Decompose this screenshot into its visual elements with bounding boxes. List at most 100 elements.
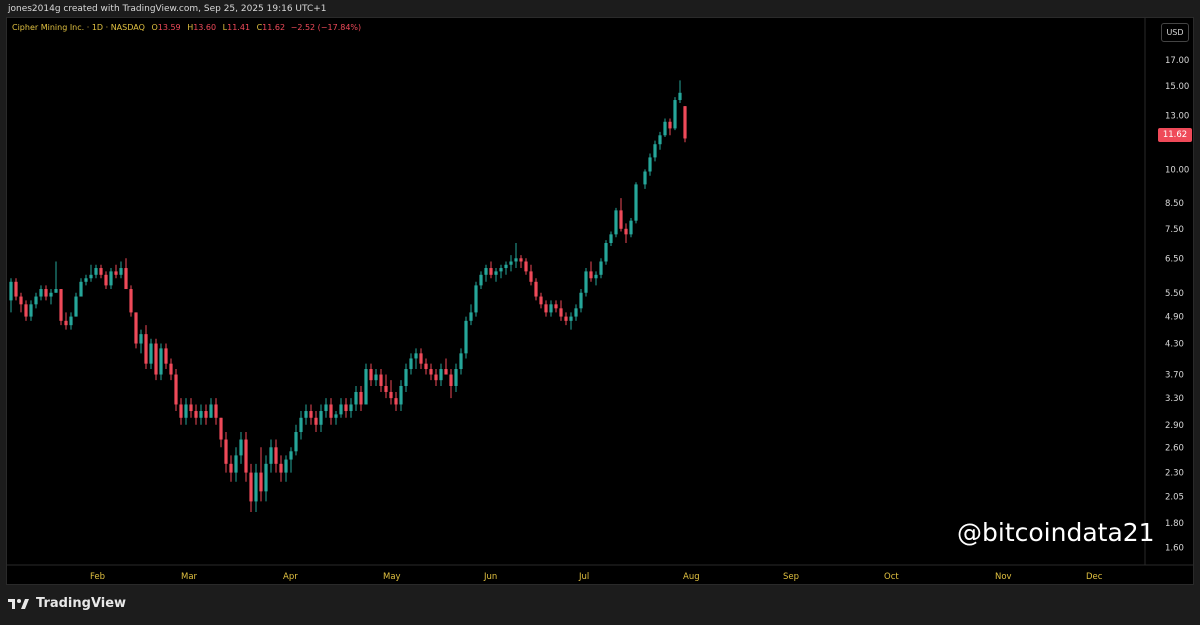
candle-body xyxy=(683,106,687,139)
candle-body xyxy=(139,334,143,344)
x-tick-label: Nov xyxy=(995,572,1012,582)
currency-button[interactable]: USD xyxy=(1161,23,1189,42)
y-tick-label: 3.70 xyxy=(1165,371,1184,381)
candle-body xyxy=(244,439,248,473)
candle-body xyxy=(254,472,258,502)
open-value: 13.59 xyxy=(157,23,181,32)
candle-body xyxy=(184,404,188,418)
candle-body xyxy=(439,369,443,381)
candle-body xyxy=(94,268,98,275)
candle-body xyxy=(404,369,408,386)
x-tick-label: May xyxy=(383,572,401,582)
candle-body xyxy=(419,353,423,364)
symbol-title: Cipher Mining Inc. · 1D · NASDAQ xyxy=(12,23,145,32)
candle-body xyxy=(229,463,233,473)
candle-body xyxy=(169,363,173,375)
candle-body xyxy=(569,316,573,321)
candle-body xyxy=(504,264,508,269)
candle-body xyxy=(589,271,593,279)
candle-body xyxy=(154,343,158,375)
candle-body xyxy=(643,171,647,185)
candle-body xyxy=(454,369,458,386)
candle-body xyxy=(534,281,538,297)
candle-body xyxy=(324,404,328,412)
candle-body xyxy=(39,289,43,297)
candle-body xyxy=(619,210,623,229)
candle-body xyxy=(554,304,558,309)
candle-body xyxy=(149,343,153,364)
candle-body xyxy=(519,258,523,262)
candle-body xyxy=(99,268,103,275)
candle-body xyxy=(379,374,383,386)
candle-body xyxy=(289,451,293,460)
candle-body xyxy=(489,268,493,275)
candle-body xyxy=(584,271,588,293)
tradingview-logo[interactable]: TradingView xyxy=(8,596,126,611)
y-tick-label: 2.90 xyxy=(1165,421,1184,431)
candle-body xyxy=(234,455,238,473)
candle-body xyxy=(349,404,353,412)
candle-body xyxy=(104,274,108,286)
y-tick-label: 4.30 xyxy=(1165,340,1184,350)
y-tick-label: 7.50 xyxy=(1165,225,1184,235)
candle-body xyxy=(84,278,88,282)
candle-body xyxy=(599,261,603,275)
candle-body xyxy=(224,439,228,464)
x-tick-label: Feb xyxy=(90,572,105,582)
x-tick-label: Oct xyxy=(884,572,899,582)
candle-body xyxy=(109,271,113,286)
candle-body xyxy=(144,334,148,364)
candle-body xyxy=(124,268,128,290)
candle-body xyxy=(673,100,677,129)
candle-body xyxy=(614,210,618,235)
candle-body xyxy=(394,398,398,405)
high-value: 13.60 xyxy=(193,23,217,32)
candle-body xyxy=(269,447,273,464)
y-tick-label: 2.30 xyxy=(1165,469,1184,479)
candle-body xyxy=(514,258,518,262)
candle-body xyxy=(414,353,418,359)
candle-body xyxy=(264,463,268,492)
y-tick-label: 10.00 xyxy=(1165,165,1189,175)
candle-body xyxy=(299,417,303,433)
y-tick-label: 17.00 xyxy=(1165,56,1189,66)
candle-body xyxy=(559,308,563,317)
candle-body xyxy=(469,312,473,321)
candle-body xyxy=(309,411,313,418)
candle-body xyxy=(384,385,388,392)
y-tick-label: 4.90 xyxy=(1165,313,1184,323)
candle-body xyxy=(369,369,373,381)
candle-body xyxy=(663,121,667,136)
candle-body xyxy=(89,274,93,279)
y-tick-label: 2.60 xyxy=(1165,443,1184,453)
chart-panel[interactable]: 17.00 15.00 13.00 10.00 8.50 7.50 6.50 5.50 4.90… xyxy=(6,17,1194,585)
candle-body xyxy=(509,261,513,265)
candle-body xyxy=(179,404,183,418)
tradingview-logo-icon xyxy=(8,598,29,609)
candle-body xyxy=(69,316,73,326)
y-tick-label: 2.05 xyxy=(1165,492,1184,502)
candle-body xyxy=(314,417,318,425)
candle-body xyxy=(214,404,218,418)
y-tick-label: 6.50 xyxy=(1165,254,1184,264)
credit-line: jones2014g created with TradingView.com,… xyxy=(8,4,327,14)
candle-body xyxy=(609,234,613,244)
candle-body xyxy=(389,391,393,399)
candle-body xyxy=(249,472,253,502)
candle-body xyxy=(579,292,583,309)
candle-body xyxy=(549,304,553,313)
candle-body xyxy=(564,316,568,321)
chart-canvas[interactable]: 17.00 15.00 13.00 10.00 8.50 7.50 6.50 5.50 4.90… xyxy=(7,18,1193,584)
candle-body xyxy=(359,391,363,405)
candle-body xyxy=(274,447,278,464)
candle-body xyxy=(9,281,13,301)
candle-body xyxy=(653,144,657,158)
candle-body xyxy=(209,404,213,418)
y-tick-label: 13.00 xyxy=(1165,111,1189,121)
candle-body xyxy=(259,472,263,492)
candle-body xyxy=(24,304,28,317)
candle-body xyxy=(459,353,463,370)
candle-body xyxy=(19,296,23,305)
candle-body xyxy=(464,320,468,354)
candle-body xyxy=(79,281,83,297)
